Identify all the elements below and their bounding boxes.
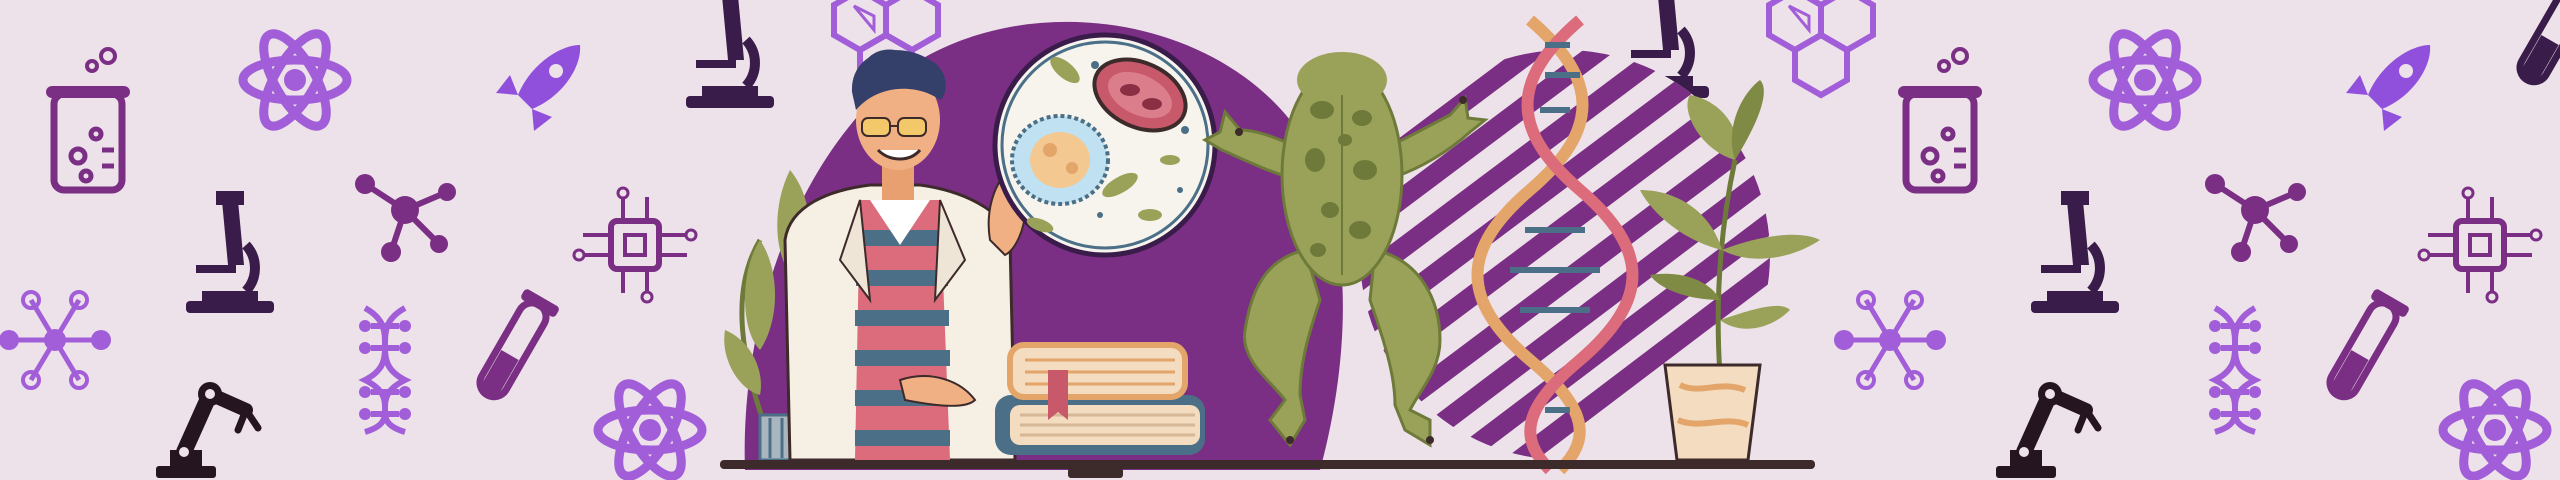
robot-arm-icon [1996, 382, 2098, 478]
test-tube-icon [470, 288, 561, 405]
molecule-icon [2205, 174, 2306, 262]
microscope-icon [186, 191, 274, 313]
circuit-chip-icon [2419, 188, 2541, 302]
lab-bench [720, 460, 1815, 478]
science-banner-illustration [0, 0, 2560, 480]
network-molecule-icon [0, 292, 111, 388]
microbe-lens [992, 32, 1218, 258]
rocket-icon [2342, 45, 2431, 133]
beaker-icon [1898, 49, 1982, 190]
hexagon-molecule-icon [1769, 0, 1873, 95]
dna-ladder-icon [359, 308, 411, 432]
atom-icon [243, 25, 347, 135]
blue-cell [1010, 114, 1110, 206]
robot-arm-icon [156, 382, 258, 478]
atom-icon [2093, 25, 2197, 135]
molecule-icon [355, 174, 456, 262]
test-tube-icon [2510, 0, 2560, 90]
beaker-icon [46, 49, 130, 190]
book-stack [995, 342, 1205, 455]
atom-icon [2443, 375, 2547, 480]
atom-icon [598, 375, 702, 480]
test-tube-icon [2320, 288, 2411, 405]
microscope-icon [2031, 191, 2119, 313]
dna-ladder-icon [2209, 308, 2261, 432]
microscope-icon [686, 0, 774, 108]
circuit-chip-icon [574, 188, 696, 302]
rocket-icon [492, 45, 581, 133]
network-molecule-icon [1834, 292, 1946, 388]
